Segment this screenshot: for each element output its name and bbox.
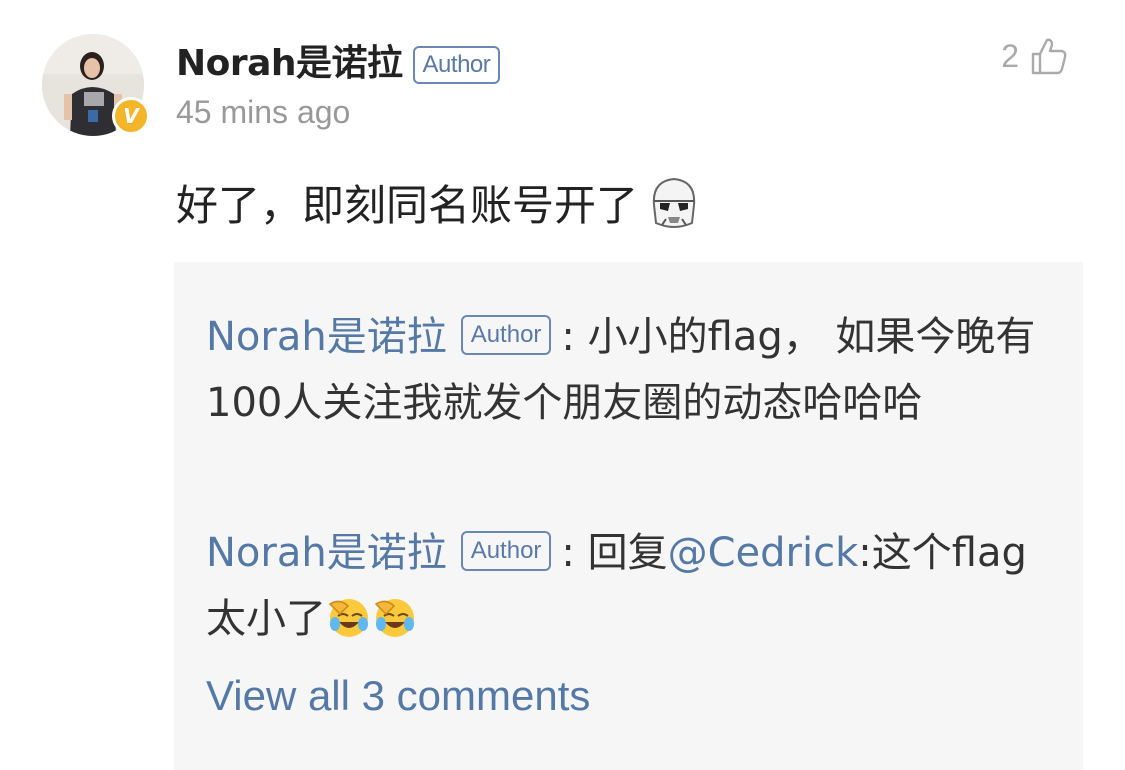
reply-username[interactable]: Norah是诺拉	[206, 530, 447, 576]
replies-panel: Norah是诺拉 Author: 小小的flag， 如果今晚有100人关注我就发个…	[174, 262, 1083, 770]
reply-separator: :	[561, 314, 575, 360]
mention-link[interactable]: @Cedrick	[668, 530, 859, 576]
comment-text-row: 好了，即刻同名账号开了	[176, 172, 702, 233]
like-count: 2	[1001, 37, 1019, 74]
timestamp: 45 mins ago	[176, 94, 351, 130]
thumbs-up-icon	[1031, 38, 1067, 75]
stormtrooper-emoji	[652, 177, 696, 228]
author-badge: Author	[412, 46, 501, 84]
view-all-comments-link[interactable]: View all 3 comments	[206, 672, 590, 720]
reply-prefix: 回复	[587, 530, 668, 576]
reply-separator: :	[561, 530, 575, 576]
author-badge: Author	[460, 531, 552, 571]
comment-text: 好了，即刻同名账号开了	[176, 181, 639, 230]
face-palm-laughing-emoji	[328, 599, 368, 637]
reply-item[interactable]: Norah是诺拉 Author: 回复@Cedrick:这个flag太小了	[206, 520, 1047, 652]
like-button[interactable]: 2	[1001, 36, 1069, 76]
comment-header: Norah是诺拉 Author	[176, 34, 501, 86]
author-badge: Author	[460, 315, 552, 355]
verified-badge: V	[112, 97, 150, 135]
username[interactable]: Norah是诺拉	[176, 43, 403, 84]
reply-item[interactable]: Norah是诺拉 Author: 小小的flag， 如果今晚有100人关注我就发个…	[206, 304, 1047, 436]
face-palm-laughing-emoji	[374, 599, 414, 637]
reply-username[interactable]: Norah是诺拉	[206, 314, 447, 360]
